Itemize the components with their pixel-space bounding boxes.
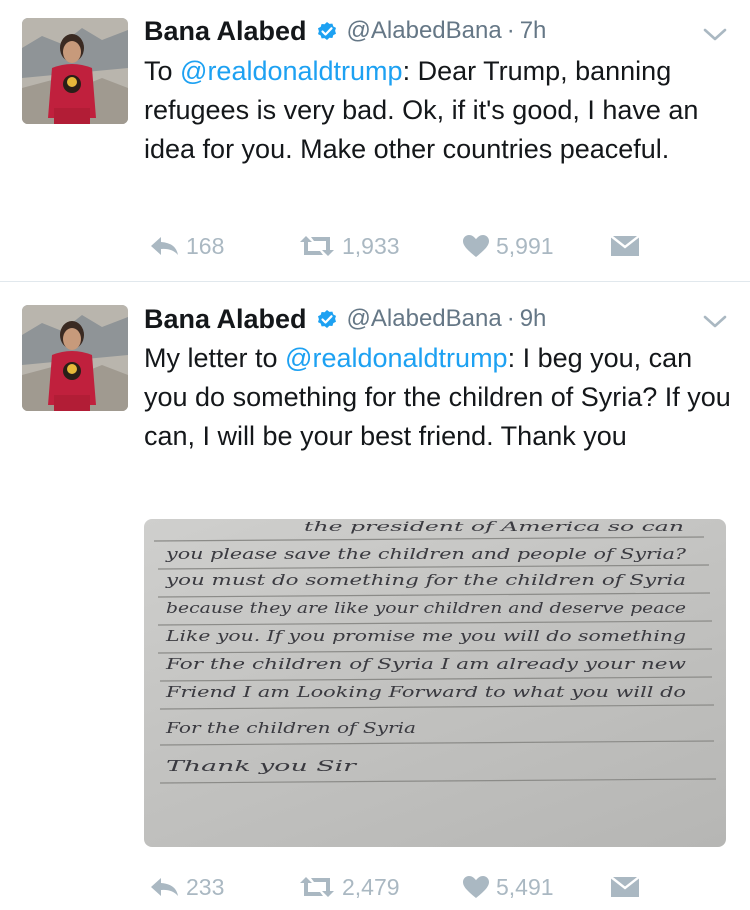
letter-line: you must do something for the children o… [165, 571, 686, 589]
separator-dot: · [506, 17, 515, 44]
heart-icon [463, 876, 489, 898]
display-name[interactable]: Bana Alabed [144, 304, 307, 335]
avatar-photo [22, 305, 128, 411]
letter-line: you please save the children and people … [165, 545, 688, 563]
chevron-down-icon[interactable] [702, 26, 728, 44]
reply-button[interactable]: 233 [148, 874, 298, 901]
reply-icon [151, 878, 178, 896]
user-handle[interactable]: @AlabedBana [347, 17, 502, 45]
tweet-text: My letter to @realdonaldtrump: I beg you… [144, 339, 734, 456]
mention-link[interactable]: @realdonaldtrump [180, 56, 403, 86]
letter-line: Like you. If you promise me you will do … [165, 627, 686, 645]
timestamp[interactable]: 9h [520, 305, 547, 333]
retweet-count: 1,933 [342, 232, 400, 259]
letter-line: because they are like your children and … [166, 599, 686, 617]
heart-icon [463, 235, 489, 257]
chevron-down-icon[interactable] [702, 313, 728, 331]
reply-count: 233 [186, 873, 225, 900]
retweet-icon [300, 877, 334, 897]
tweet-actions: 168 1,933 5,991 [148, 228, 640, 264]
verified-badge-icon [317, 22, 336, 40]
envelope-icon [610, 876, 640, 897]
like-count: 5,491 [496, 873, 554, 900]
letter-line: For the children of Syria [165, 719, 416, 737]
tweet-text: To @realdonaldtrump: Dear Trump, banning… [144, 52, 734, 169]
avatar[interactable] [22, 18, 128, 124]
reply-button[interactable]: 168 [148, 233, 298, 260]
handwritten-letter: the president of America so can you pleas… [153, 520, 717, 784]
mention-link[interactable]: @realdonaldtrump [285, 343, 508, 373]
letter-line: Friend I am Looking Forward to what you … [165, 683, 686, 701]
retweet-button[interactable]: 2,479 [298, 874, 462, 901]
like-button[interactable]: 5,491 [462, 874, 610, 901]
tweet[interactable]: Bana Alabed @AlabedBana · 7h To @realdon… [0, 0, 750, 282]
avatar-photo [22, 18, 128, 124]
retweet-button[interactable]: 1,933 [298, 233, 462, 260]
tweet[interactable]: Bana Alabed @AlabedBana · 9h My letter t… [0, 283, 750, 910]
direct-message-button[interactable] [610, 234, 640, 258]
tweet-divider [0, 281, 750, 282]
attached-letter-photo[interactable]: the president of America so can you pleas… [144, 519, 726, 847]
reply-icon [151, 237, 178, 255]
separator-dot: · [506, 305, 515, 332]
retweet-icon [300, 236, 334, 256]
display-name[interactable]: Bana Alabed [144, 16, 307, 47]
letter-line: the president of America so can [304, 520, 684, 535]
like-button[interactable]: 5,991 [462, 233, 610, 260]
timestamp[interactable]: 7h [520, 17, 547, 45]
direct-message-button[interactable] [610, 875, 640, 899]
envelope-icon [610, 235, 640, 256]
tweet-actions: 233 2,479 5,491 [148, 869, 640, 905]
user-handle[interactable]: @AlabedBana [347, 305, 502, 333]
letter-line: Thank you Sir [166, 757, 357, 775]
letter-line: For the children of Syria I am already y… [165, 655, 687, 673]
tweet-header: Bana Alabed @AlabedBana · 9h [144, 302, 546, 336]
avatar[interactable] [22, 305, 128, 411]
tweet-header: Bana Alabed @AlabedBana · 7h [144, 14, 546, 48]
retweet-count: 2,479 [342, 873, 400, 900]
tweet-text-part: My letter to [144, 343, 286, 373]
like-count: 5,991 [496, 232, 554, 259]
reply-count: 168 [186, 232, 225, 259]
tweet-text-part: To [144, 56, 181, 86]
verified-badge-icon [317, 310, 336, 328]
